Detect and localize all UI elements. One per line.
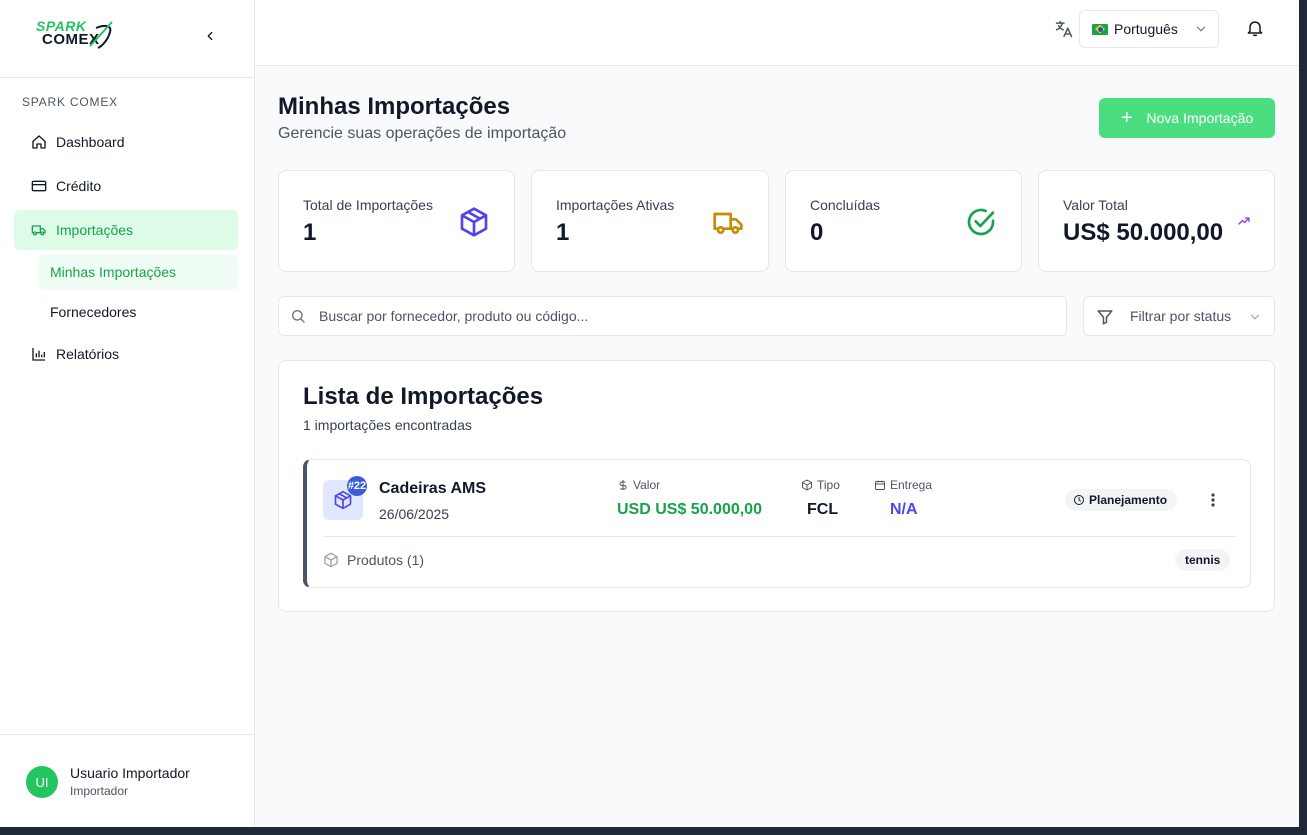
status-badge: Planejamento [1065,489,1178,511]
row-divider [323,536,1235,537]
user-role: Importador [70,784,129,798]
page-title: Minhas Importações [278,93,511,120]
delivery-label: Entrega [874,478,932,492]
sidebar-item-importacoes[interactable]: Importações [14,210,238,250]
package-icon [802,479,812,491]
stat-label: Importações Ativas [556,197,675,213]
sidebar-subitem-fornecedores[interactable]: Fornecedores [38,294,238,330]
bar-chart-icon [30,345,48,363]
user-name: Usuario Importador [70,765,190,781]
sidebar-item-dashboard[interactable]: Dashboard [14,122,238,162]
type-label-text: Tipo [817,478,840,492]
brazil-flag-icon [1092,23,1108,35]
delivery-label-text: Entrega [890,478,933,492]
more-actions-button[interactable] [1203,490,1223,510]
credit-card-icon [30,177,48,195]
stat-value: 1 [303,219,317,246]
new-import-label: Nova Importação [1146,110,1254,126]
stat-card-total-value: Valor Total US$ 50.000,00 [1038,170,1275,272]
avatar: UI [26,766,58,798]
import-id-badge: #22 [347,476,367,496]
stat-card-active: Importações Ativas 1 [531,170,769,272]
language-select[interactable]: Português [1079,10,1219,48]
list-title: Lista de Importações [303,383,544,410]
list-count: 1 importações encontradas [303,417,472,433]
brand-swoosh-icon [89,21,113,49]
sidebar-item-relatorios[interactable]: Relatórios [14,334,238,374]
user-profile[interactable]: UI Usuario Importador Importador [0,734,254,827]
status-filter-select[interactable]: Filtrar por status [1083,296,1275,336]
trending-up-icon [1238,217,1250,225]
sidebar-item-label: Dashboard [56,134,125,150]
stat-label: Total de Importações [303,197,433,213]
value-label-text: Valor [633,478,661,492]
value-label: Valor [617,478,660,492]
brand-logo[interactable]: SPARK COMEX [34,18,116,50]
chevron-down-icon [1196,26,1206,32]
sidebar-item-label: Relatórios [56,346,120,362]
topbar: Português [255,0,1299,66]
search-icon [292,310,305,323]
check-circle-icon [967,208,995,236]
new-import-button[interactable]: + Nova Importação [1099,98,1275,138]
import-list-item[interactable]: #22 Cadeiras AMS 26/06/2025 Valor USD US… [303,459,1251,588]
main-content: Português Minhas Importações Gerencie su… [255,0,1299,827]
sidebar-item-label: Importações [56,222,134,238]
translate-icon [1055,20,1073,38]
language-label: Português [1114,21,1178,37]
package-icon [324,552,338,568]
imports-list-card: Lista de Importações 1 importações encon… [278,360,1275,612]
import-type: FCL [807,501,839,518]
search-input[interactable] [319,297,1049,335]
stat-label: Concluídas [810,197,881,213]
calendar-icon [875,480,885,490]
sidebar: SPARK COMEX SPARK COMEX Dashboard Crédit… [0,0,255,827]
more-vertical-icon [1211,493,1215,507]
bell-icon[interactable] [1245,18,1265,38]
home-icon [30,133,48,151]
status-text: Planejamento [1089,493,1168,507]
products-label: Produtos (1) [323,552,424,568]
products-label-text: Produtos (1) [347,552,425,568]
truck-icon [30,221,48,239]
app-window: SPARK COMEX SPARK COMEX Dashboard Crédit… [0,0,1299,827]
truck-icon [713,212,743,234]
import-delivery: N/A [890,501,918,518]
dollar-icon [619,480,627,490]
sidebar-item-label: Crédito [56,178,102,194]
import-value: USD US$ 50.000,00 [617,501,762,518]
plus-icon: + [1120,107,1133,129]
page-subtitle: Gerencie suas operações de importação [278,125,567,142]
sidebar-item-credito[interactable]: Crédito [14,166,238,206]
clock-icon [1074,495,1084,505]
status-filter-label: Filtrar por status [1130,308,1232,324]
search-box [278,296,1067,336]
sidebar-subitem-label: Minhas Importações [50,264,177,280]
stat-value: 1 [556,219,570,246]
stat-label: Valor Total [1063,197,1128,213]
sidebar-subitem-label: Fornecedores [50,304,137,320]
import-date: 26/06/2025 [379,506,450,522]
collapse-sidebar-button[interactable] [198,24,222,48]
import-name: Cadeiras AMS [379,480,486,497]
sidebar-subitem-minhas-importacoes[interactable]: Minhas Importações [38,254,238,290]
package-icon [460,207,488,237]
filter-icon [1097,310,1113,325]
sidebar-section-title: SPARK COMEX [22,95,118,109]
type-label: Tipo [801,478,840,492]
stat-card-completed: Concluídas 0 [785,170,1022,272]
chevron-left-icon [207,31,213,41]
stat-card-total: Total de Importações 1 [278,170,515,272]
stat-value: 0 [810,219,824,246]
chevron-down-icon [1250,314,1260,320]
logo-area: SPARK COMEX [0,0,254,78]
product-tag: tennis [1175,549,1231,571]
stat-value: US$ 50.000,00 [1063,219,1224,246]
